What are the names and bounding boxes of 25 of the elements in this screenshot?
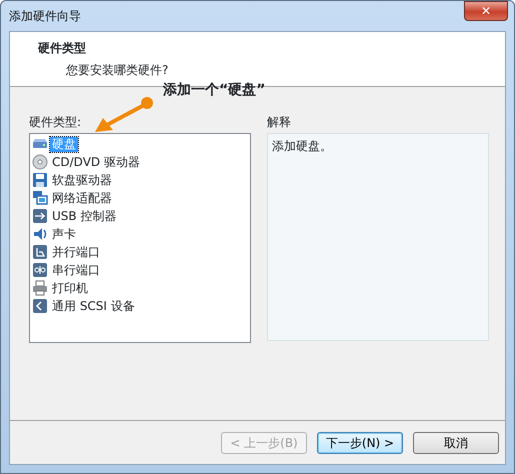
- annotation-text: 添加一个“硬盘”: [163, 81, 266, 100]
- list-item[interactable]: 网络适配器: [50, 190, 114, 206]
- wizard-button[interactable]: 下一步(N) >: [317, 432, 403, 454]
- list-item[interactable]: 软盘驱动器: [50, 172, 114, 188]
- network-icon: [32, 190, 48, 206]
- list-item[interactable]: 并行端口: [50, 244, 102, 260]
- disc-icon: [32, 154, 48, 170]
- printer-icon: [32, 280, 48, 296]
- list-item[interactable]: 通用 SCSI 设备: [50, 298, 137, 314]
- list-item[interactable]: 声卡: [50, 226, 78, 242]
- wizard-button[interactable]: 取消: [413, 432, 499, 454]
- header-title: 硬件类型: [38, 40, 87, 57]
- window-title: 添加硬件向导: [9, 8, 81, 25]
- scsi-device-icon: [32, 298, 48, 314]
- explanation-label: 解释: [267, 114, 292, 131]
- speaker-icon: [32, 226, 48, 242]
- header-subtitle: 您要安装哪类硬件?: [65, 62, 170, 79]
- list-item[interactable]: 串行端口: [50, 262, 102, 278]
- list-label: 硬件类型:: [29, 114, 82, 131]
- list-item[interactable]: USB 控制器: [50, 208, 118, 224]
- close-button[interactable]: ✕: [464, 1, 508, 21]
- list-item[interactable]: CD/DVD 驱动器: [50, 154, 142, 170]
- serial-port-icon: [32, 262, 48, 278]
- explanation-text: 添加硬盘。: [272, 138, 333, 155]
- list-item[interactable]: 打印机: [50, 280, 90, 296]
